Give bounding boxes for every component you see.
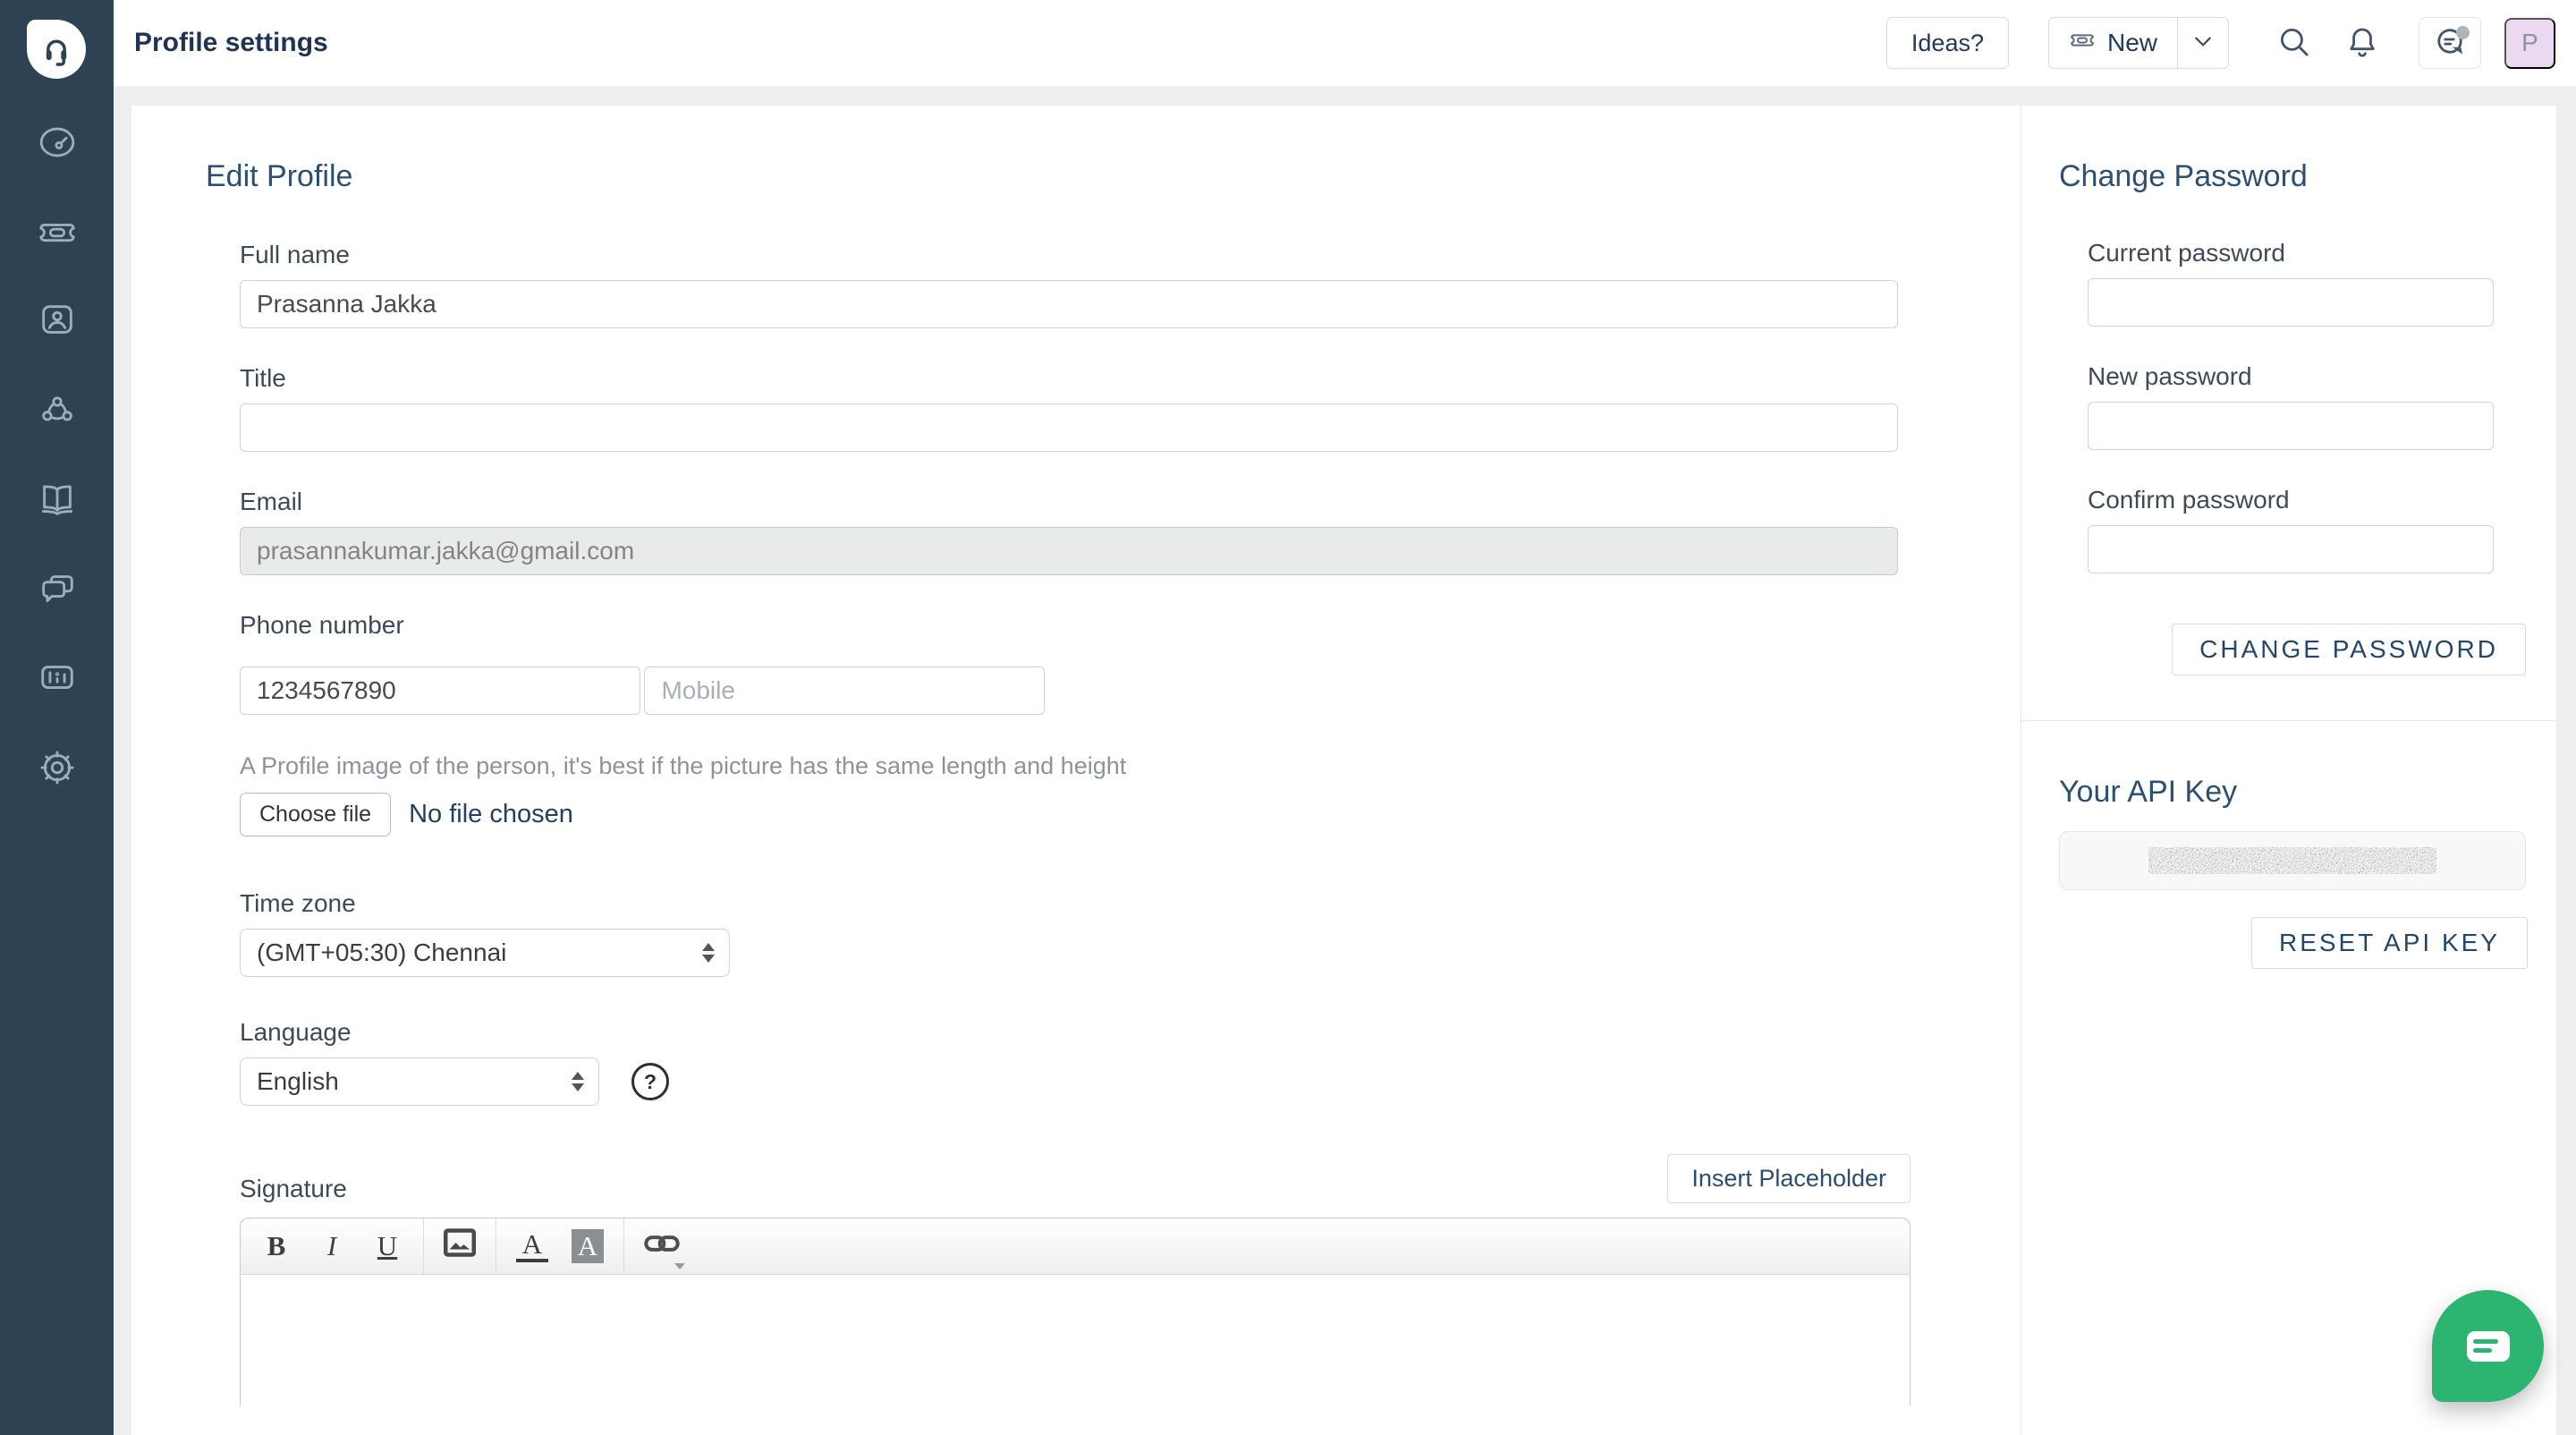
notifications-button[interactable] <box>2342 22 2383 64</box>
sidebar-item-dashboard-icon[interactable] <box>36 121 79 164</box>
new-password-input[interactable] <box>2088 402 2494 450</box>
bold-button[interactable]: B <box>260 1227 292 1266</box>
sidebar-item-messages-icon[interactable] <box>36 566 79 609</box>
sidebar-item-contacts-icon[interactable] <box>36 298 79 341</box>
background-color-button[interactable]: A <box>572 1229 604 1263</box>
underline-button[interactable]: U <box>371 1227 403 1266</box>
sidebar <box>0 0 114 1435</box>
search-icon <box>2275 23 2313 64</box>
edit-profile-heading: Edit Profile <box>206 159 2021 194</box>
choose-file-button[interactable]: Choose file <box>240 793 391 836</box>
phone-label: Phone number <box>240 611 1898 640</box>
time-zone-value: (GMT+05:30) Chennai <box>257 938 506 967</box>
language-field-group: Language English ? <box>240 1018 1898 1106</box>
image-icon <box>444 1228 476 1264</box>
font-color-button[interactable]: A <box>516 1230 548 1262</box>
ideas-button[interactable]: Ideas? <box>1886 17 2009 69</box>
help-icon[interactable]: ? <box>631 1063 669 1100</box>
select-arrows-icon <box>702 943 715 963</box>
panel-divider <box>2021 720 2556 721</box>
ticket-icon <box>2069 27 2096 60</box>
signature-label: Signature <box>240 1175 347 1203</box>
page-title: Profile settings <box>134 28 328 58</box>
notification-dot <box>2456 26 2470 39</box>
sidebar-item-reports-icon[interactable] <box>36 656 79 699</box>
time-zone-select[interactable]: (GMT+05:30) Chennai <box>240 929 730 977</box>
account-side-panel: Change Password Current password New pas… <box>2021 106 2556 1435</box>
full-name-field-group: Full name <box>240 241 1898 328</box>
language-label: Language <box>240 1018 1898 1047</box>
sidebar-item-knowledge-base-icon[interactable] <box>36 477 79 520</box>
current-password-label: Current password <box>2088 239 2526 267</box>
chat-bubble-icon <box>2467 1331 2510 1362</box>
file-status-text: No file chosen <box>409 800 573 829</box>
change-password-button[interactable]: CHANGE PASSWORD <box>2172 624 2526 675</box>
reset-api-key-button[interactable]: RESET API KEY <box>2251 917 2528 969</box>
api-key-heading: Your API Key <box>2059 775 2556 810</box>
insert-image-button[interactable] <box>444 1227 476 1266</box>
sidebar-item-tickets-icon[interactable] <box>36 211 79 254</box>
chevron-down-icon <box>2195 35 2211 51</box>
new-ticket-button[interactable]: New <box>2049 18 2177 68</box>
chat-widget-button[interactable] <box>2432 1290 2544 1402</box>
api-key-value-redacted <box>2059 831 2526 890</box>
app-logo-icon[interactable] <box>27 20 86 79</box>
full-name-input[interactable] <box>240 280 1898 328</box>
title-field-group: Title <box>240 364 1898 452</box>
editor-toolbar: B I U <box>241 1218 1910 1275</box>
link-dropdown-caret-icon[interactable] <box>674 1263 685 1269</box>
current-password-group: Current password <box>2088 239 2526 327</box>
new-ticket-split-button: New <box>2048 17 2229 69</box>
edit-profile-section: Edit Profile Full name Title Email Phone… <box>131 106 2021 1435</box>
language-value: English <box>257 1067 339 1096</box>
search-button[interactable] <box>2274 22 2315 64</box>
redacted-noise <box>2148 847 2436 874</box>
sidebar-item-settings-icon[interactable] <box>36 746 79 789</box>
new-password-group: New password <box>2088 362 2526 450</box>
change-password-heading: Change Password <box>2059 159 2556 194</box>
mobile-input[interactable] <box>644 667 1045 715</box>
api-key-section: Your API Key RESET API <box>2059 775 2556 969</box>
language-select[interactable]: English <box>240 1057 599 1106</box>
title-input[interactable] <box>240 403 1898 452</box>
signature-textarea[interactable] <box>241 1275 1910 1405</box>
link-icon <box>644 1230 680 1262</box>
signature-header: Signature Insert Placeholder <box>240 1154 1911 1203</box>
profile-image-hint: A Profile image of the person, it's best… <box>240 751 1898 780</box>
confirm-password-group: Confirm password <box>2088 486 2526 573</box>
avatar[interactable]: P <box>2504 18 2555 69</box>
insert-link-button[interactable] <box>644 1227 680 1266</box>
insert-placeholder-button[interactable]: Insert Placeholder <box>1667 1154 1911 1203</box>
new-ticket-label: New <box>2107 29 2157 57</box>
new-password-label: New password <box>2088 362 2526 391</box>
email-input <box>240 527 1898 575</box>
title-label: Title <box>240 364 1898 393</box>
current-password-input[interactable] <box>2088 278 2494 327</box>
bell-icon <box>2343 23 2381 64</box>
time-zone-label: Time zone <box>240 889 1898 918</box>
italic-button[interactable]: I <box>316 1227 348 1266</box>
select-arrows-icon <box>572 1072 584 1091</box>
email-field-group: Email <box>240 488 1898 575</box>
messenger-button[interactable] <box>2419 17 2481 69</box>
time-zone-field-group: Time zone (GMT+05:30) Chennai <box>240 889 1898 977</box>
signature-editor: B I U <box>240 1218 1911 1405</box>
new-ticket-dropdown[interactable] <box>2177 18 2228 68</box>
profile-image-upload: Choose file No file chosen <box>240 793 1898 836</box>
confirm-password-input[interactable] <box>2088 525 2494 573</box>
email-label: Email <box>240 488 1898 516</box>
topbar: Profile settings Ideas? New <box>114 0 2576 86</box>
phone-field-group: Phone number <box>240 611 1898 715</box>
confirm-password-label: Confirm password <box>2088 486 2526 514</box>
full-name-label: Full name <box>240 241 1898 269</box>
content-panel: Edit Profile Full name Title Email Phone… <box>131 106 2556 1435</box>
phone-input[interactable] <box>240 667 640 715</box>
sidebar-item-social-icon[interactable] <box>36 388 79 431</box>
